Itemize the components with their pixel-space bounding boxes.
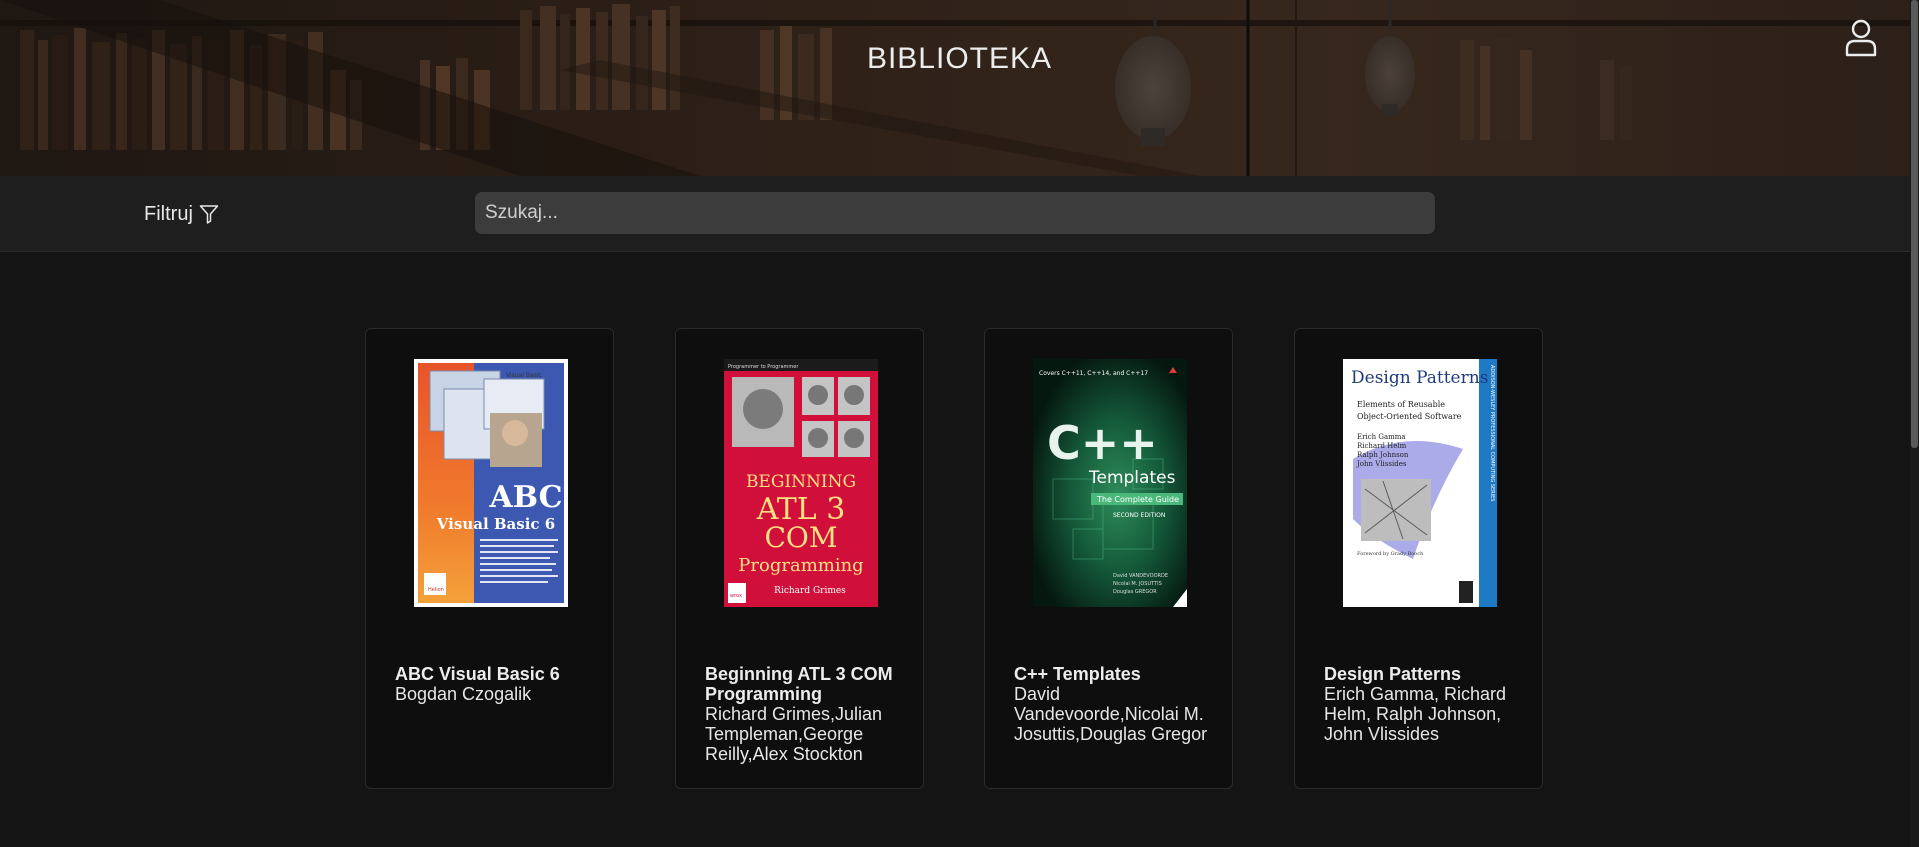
book-author: David Vandevoorde,Nicolai M. Josuttis,Do… [1014, 684, 1208, 744]
svg-text:SECOND EDITION: SECOND EDITION [1113, 512, 1165, 519]
book-card[interactable]: Covers C++11, C++14, and C++17 C++ Templ… [984, 328, 1233, 789]
book-title: Beginning ATL 3 COM Programming [705, 664, 893, 704]
svg-text:Ralph Johnson: Ralph Johnson [1357, 451, 1409, 459]
svg-text:Object-Oriented Software: Object-Oriented Software [1357, 412, 1462, 421]
svg-text:COM: COM [764, 521, 837, 554]
svg-text:Visual Basic: Visual Basic [506, 372, 542, 379]
svg-text:Templates: Templates [1088, 468, 1176, 488]
svg-text:John Vlissides: John Vlissides [1356, 460, 1407, 468]
svg-text:Design Patterns: Design Patterns [1351, 368, 1488, 388]
filter-search-bar: Filtruj [0, 176, 1910, 252]
book-info: Design Patterns Erich Gamma, Richard Hel… [1324, 664, 1524, 744]
svg-text:Elements of Reusable: Elements of Reusable [1357, 400, 1445, 409]
library-background-image [0, 0, 1919, 176]
book-title: ABC Visual Basic 6 [395, 664, 560, 684]
user-account-button[interactable] [1843, 18, 1879, 58]
scrollbar-thumb[interactable] [1911, 0, 1918, 448]
svg-text:C++: C++ [1047, 416, 1158, 470]
svg-text:Covers C++11, C++14, and C++17: Covers C++11, C++14, and C++17 [1039, 370, 1148, 377]
svg-text:Richard Helm: Richard Helm [1357, 442, 1407, 450]
book-cover-image: Visual Basic ABC Visual Basic 6 Helion [414, 359, 568, 607]
book-author: Bogdan Czogalik [395, 684, 532, 704]
svg-text:David VANDEVOORDE: David VANDEVOORDE [1113, 573, 1168, 579]
filter-label: Filtruj [144, 202, 193, 225]
funnel-icon [199, 205, 219, 224]
svg-text:Foreword by Grady Booch: Foreword by Grady Booch [1357, 551, 1424, 557]
svg-text:The Complete Guide: The Complete Guide [1096, 495, 1179, 504]
book-cover-image: Covers C++11, C++14, and C++17 C++ Templ… [1033, 359, 1187, 607]
book-cover-image: Programmer to Programmer BEGINNING ATL 3… [724, 359, 878, 607]
page: BIBLIOTEKA Filtruj Szukaj... Visual Basi… [0, 0, 1919, 847]
hero-banner: BIBLIOTEKA [0, 0, 1919, 176]
book-info: C++ Templates David Vandevoorde,Nicolai … [1014, 664, 1214, 744]
search-input[interactable] [475, 192, 1435, 234]
book-card[interactable]: Design Patterns Elements of Reusable Obj… [1294, 328, 1543, 789]
book-cover-image: Design Patterns Elements of Reusable Obj… [1343, 359, 1497, 607]
svg-text:Visual Basic 6: Visual Basic 6 [436, 515, 555, 533]
svg-text:Douglas GREGOR: Douglas GREGOR [1113, 589, 1157, 595]
svg-text:Helion: Helion [428, 587, 444, 593]
book-author: Richard Grimes,Julian Templeman,George R… [705, 704, 883, 764]
svg-text:Nicolai M. JOSUTTIS: Nicolai M. JOSUTTIS [1113, 581, 1162, 587]
book-title: C++ Templates [1014, 664, 1141, 684]
svg-text:BEGINNING: BEGINNING [746, 472, 856, 492]
book-info: ABC Visual Basic 6 Bogdan Czogalik [395, 664, 595, 704]
book-card[interactable]: Visual Basic ABC Visual Basic 6 Helion A… [365, 328, 614, 789]
filter-button[interactable]: Filtruj [144, 200, 219, 228]
page-title: BIBLIOTEKA [866, 42, 1053, 75]
book-card[interactable]: Programmer to Programmer BEGINNING ATL 3… [675, 328, 924, 789]
svg-text:Richard Grimes: Richard Grimes [774, 586, 846, 596]
user-icon [1845, 19, 1877, 57]
svg-text:Programming: Programming [738, 555, 863, 576]
svg-text:Erich Gamma: Erich Gamma [1357, 433, 1406, 441]
svg-text:ABC: ABC [488, 480, 562, 515]
book-author: Erich Gamma, Richard Helm, Ralph Johnson… [1324, 684, 1507, 744]
book-info: Beginning ATL 3 COM Programming Richard … [705, 664, 905, 764]
svg-text:wrox: wrox [730, 593, 742, 599]
svg-text:Programmer to Programmer: Programmer to Programmer [728, 364, 799, 370]
svg-text:ADDISON-WESLEY PROFESSIONAL CO: ADDISON-WESLEY PROFESSIONAL COMPUTING SE… [1489, 365, 1495, 501]
book-title: Design Patterns [1324, 664, 1462, 684]
